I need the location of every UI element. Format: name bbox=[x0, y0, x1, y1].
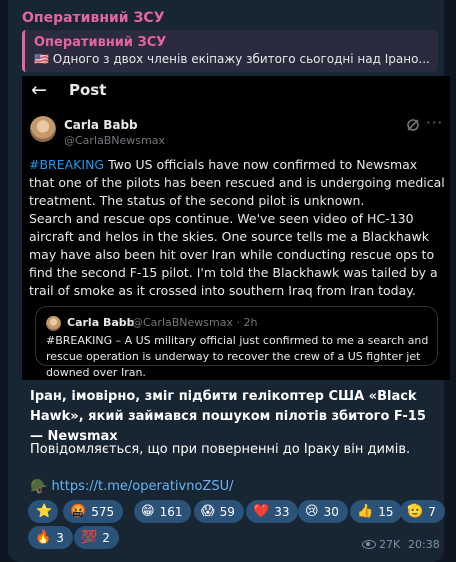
post-header-title: Post bbox=[69, 81, 107, 99]
message-bubble: Оперативний ЗСУ Оперативний ЗСУ 🇺🇸 Одног… bbox=[8, 0, 450, 562]
reaction-count: 575 bbox=[91, 504, 115, 519]
author-avatar bbox=[30, 116, 56, 142]
views-counter: 27K bbox=[362, 538, 400, 551]
reaction-count: 15 bbox=[378, 504, 394, 519]
reaction-fire[interactable]: 🔥 3 bbox=[28, 526, 73, 549]
author-name: Carla Babb bbox=[64, 118, 138, 132]
embedded-post-screenshot[interactable]: ← Post Carla Babb @CarlaBNewsmax ··· #BR… bbox=[22, 76, 450, 380]
post-paragraph-1: #BREAKING Two US officials have now conf… bbox=[29, 156, 445, 210]
eye-icon bbox=[362, 540, 376, 549]
post-hashtag: #BREAKING bbox=[29, 157, 105, 172]
post-text: #BREAKING Two US officials have now conf… bbox=[29, 156, 445, 300]
message-time: 20:38 bbox=[408, 538, 440, 551]
hundred-points-icon: 💯 bbox=[81, 530, 98, 545]
screaming-face-icon: 😱 bbox=[201, 504, 215, 519]
quote-author-avatar bbox=[46, 316, 61, 331]
us-flag-icon: 🇺🇸 bbox=[34, 52, 49, 66]
reaction-count: 2 bbox=[102, 530, 110, 545]
reaction-count: 7 bbox=[428, 504, 436, 519]
reaction-cry[interactable]: 😢 30 bbox=[298, 500, 348, 523]
channel-link[interactable]: https://t.me/operativnoZSU/ bbox=[51, 478, 233, 496]
reply-snippet: Одного з двох членів екіпажу збитого сьо… bbox=[52, 52, 430, 66]
channel-link-row: 🪖 https://t.me/operativnoZSU/ bbox=[30, 478, 233, 496]
quoted-post: Carla Babb @CarlaBNewsmax · 2h #BREAKING… bbox=[35, 306, 438, 379]
reply-preview[interactable]: Оперативний ЗСУ 🇺🇸 Одного з двох членів … bbox=[22, 30, 438, 72]
reaction-scream[interactable]: 😱 59 bbox=[194, 500, 244, 523]
reaction-count: 161 bbox=[159, 504, 183, 519]
views-count: 27K bbox=[379, 538, 401, 551]
reaction-star[interactable]: ⭐ bbox=[28, 500, 58, 523]
reply-title: Оперативний ЗСУ bbox=[34, 35, 167, 50]
reaction-grin[interactable]: 😁 161 bbox=[134, 500, 192, 523]
message-body: Повідомляється, що при поверненні до Іра… bbox=[30, 442, 411, 457]
reaction-hundred[interactable]: 💯 2 bbox=[74, 526, 119, 549]
crying-face-icon: 😢 bbox=[305, 504, 319, 519]
star-icon: ⭐ bbox=[36, 504, 53, 519]
quote-author-meta: @CarlaBNewsmax · 2h bbox=[132, 316, 258, 329]
reaction-count: 3 bbox=[56, 530, 64, 545]
reaction-angry[interactable]: 🤬 575 bbox=[63, 500, 124, 523]
heart-icon: ❤️ bbox=[253, 504, 270, 519]
reaction-salute[interactable]: 🫡 7 bbox=[400, 500, 445, 523]
reaction-count: 33 bbox=[274, 504, 290, 519]
author-handle: @CarlaBNewsmax bbox=[64, 134, 165, 147]
reply-text: 🇺🇸 Одного з двох членів екіпажу збитого … bbox=[34, 52, 434, 66]
reaction-heart[interactable]: ❤️ 33 bbox=[246, 500, 299, 523]
post-paragraph-2: Search and rescue ops continue. We've se… bbox=[29, 211, 438, 298]
quote-author-name: Carla Babb bbox=[67, 316, 135, 329]
reaction-count: 30 bbox=[323, 504, 339, 519]
channel-name[interactable]: Оперативний ЗСУ bbox=[22, 10, 165, 26]
salute-icon: 🫡 bbox=[407, 504, 424, 519]
message-title: Іран, імовірно, зміг підбити гелікоптер … bbox=[30, 389, 426, 444]
grok-icon bbox=[407, 119, 419, 131]
grinning-face-icon: 😁 bbox=[141, 504, 155, 519]
more-options-icon: ··· bbox=[426, 114, 444, 132]
helmet-icon: 🪖 bbox=[30, 479, 48, 495]
reaction-count: 59 bbox=[219, 504, 235, 519]
angry-face-icon: 🤬 bbox=[70, 504, 87, 519]
back-arrow-icon: ← bbox=[31, 79, 47, 101]
reaction-thumbs-up[interactable]: 👍 15 bbox=[350, 500, 403, 523]
thumbs-up-icon: 👍 bbox=[357, 504, 374, 519]
fire-icon: 🔥 bbox=[35, 530, 52, 545]
quote-text: #BREAKING – A US military official just … bbox=[46, 334, 429, 379]
